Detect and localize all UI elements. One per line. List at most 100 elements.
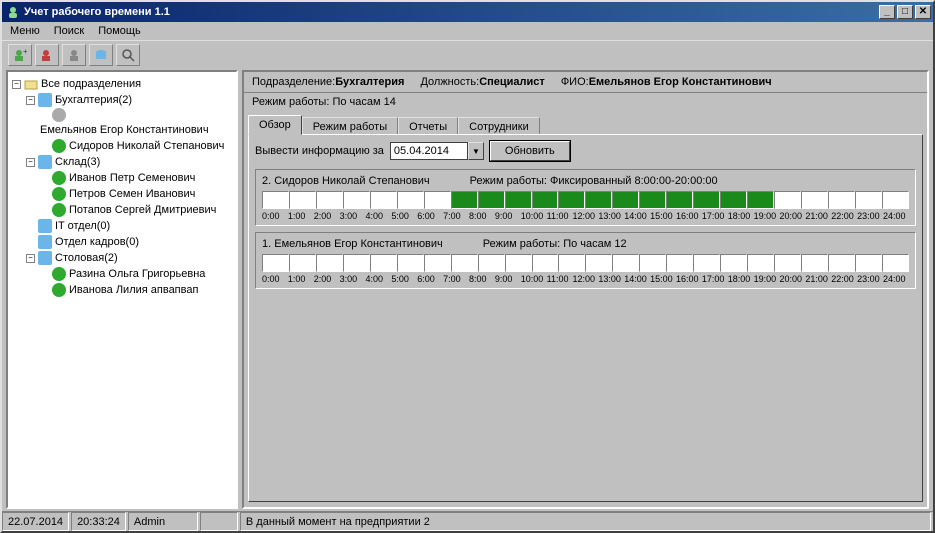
hour-label: 20:00: [780, 274, 806, 284]
person-icon: [52, 139, 66, 153]
tree-dept[interactable]: −Склад(3) Иванов Петр Семенович Петров С…: [26, 154, 234, 218]
toolbar-db-button[interactable]: [89, 44, 113, 66]
tab-overview[interactable]: Обзор: [248, 115, 302, 135]
hour-label: 0:00: [262, 274, 288, 284]
hour-label: 1:00: [288, 211, 314, 221]
tree-dept[interactable]: IT отдел(0): [26, 218, 234, 234]
hour-cell: [639, 254, 666, 272]
hour-cell: [855, 254, 882, 272]
tree-dept[interactable]: Отдел кадров(0): [26, 234, 234, 250]
hour-label: 3:00: [340, 274, 366, 284]
collapse-icon[interactable]: −: [26, 158, 35, 167]
hour-label: 18:00: [728, 274, 754, 284]
tree-employee[interactable]: Петров Семен Иванович: [40, 186, 234, 202]
status-gap: [200, 512, 238, 531]
statusbar: 22.07.2014 20:33:24 Admin В данный момен…: [2, 511, 933, 531]
hour-cell: [316, 254, 343, 272]
hour-cell: [666, 254, 693, 272]
hour-cell: [397, 254, 424, 272]
hour-label: 8:00: [469, 211, 495, 221]
menu-help[interactable]: Помощь: [98, 25, 141, 37]
close-button[interactable]: ✕: [915, 5, 931, 19]
date-input[interactable]: [390, 142, 468, 160]
hour-cell: [855, 191, 882, 209]
collapse-icon[interactable]: −: [26, 96, 35, 105]
time-labels: 0:001:002:003:004:005:006:007:008:009:00…: [262, 211, 909, 221]
tree-dept[interactable]: −Столовая(2) Разина Ольга Григорьевна Ив…: [26, 250, 234, 298]
hour-cell: [289, 191, 316, 209]
hour-cell: [478, 191, 505, 209]
hour-cell: [397, 191, 424, 209]
tree-dept[interactable]: −Бухгалтерия(2) Емельянов Егор Константи…: [26, 92, 234, 154]
menubar: Меню Поиск Помощь: [2, 22, 933, 40]
refresh-button[interactable]: Обновить: [490, 141, 570, 161]
hour-label: 23:00: [857, 274, 883, 284]
hour-label: 7:00: [443, 274, 469, 284]
hour-label: 13:00: [598, 211, 624, 221]
tree-employee[interactable]: Сидоров Николай Степанович: [40, 138, 234, 154]
collapse-icon[interactable]: −: [26, 254, 35, 263]
filter-row: Вывести информацию за ▼ Обновить: [255, 141, 916, 161]
person-icon: [52, 267, 66, 281]
app-icon: [6, 5, 20, 19]
employee-block: 1. Емельянов Егор Константинович Режим р…: [255, 232, 916, 289]
hour-cell: [289, 254, 316, 272]
tree-employee[interactable]: Иванов Петр Семенович: [40, 170, 234, 186]
hour-cell: [532, 191, 559, 209]
hour-cell: [478, 254, 505, 272]
hour-label: 16:00: [676, 274, 702, 284]
hour-label: 21:00: [805, 211, 831, 221]
hour-label: 14:00: [624, 274, 650, 284]
hour-label: 2:00: [314, 274, 340, 284]
hour-cell: [343, 254, 370, 272]
toolbar-search-button[interactable]: [116, 44, 140, 66]
hour-label: 12:00: [573, 211, 599, 221]
hour-label: 23:00: [857, 211, 883, 221]
tree-employee[interactable]: Разина Ольга Григорьевна: [40, 266, 234, 282]
titlebar[interactable]: Учет рабочего времени 1.1 _ □ ✕: [2, 2, 933, 22]
hour-label: 19:00: [754, 211, 780, 221]
hour-cell: [558, 254, 585, 272]
menu-search[interactable]: Поиск: [54, 25, 84, 37]
toolbar-view-user-button[interactable]: [62, 44, 86, 66]
hour-cell: [424, 191, 451, 209]
date-dropdown-button[interactable]: ▼: [468, 142, 484, 160]
minimize-button[interactable]: _: [879, 5, 895, 19]
tree-panel[interactable]: − Все подразделения −Бухгалтерия(2) Емел…: [6, 70, 238, 509]
hour-label: 4:00: [366, 274, 392, 284]
hour-cell: [532, 254, 559, 272]
hour-label: 13:00: [598, 274, 624, 284]
menu-main[interactable]: Меню: [10, 25, 40, 37]
hour-cell: [262, 191, 289, 209]
toolbar-add-user-button[interactable]: +: [8, 44, 32, 66]
hour-label: 17:00: [702, 211, 728, 221]
hour-label: 14:00: [624, 211, 650, 221]
time-labels: 0:001:002:003:004:005:006:007:008:009:00…: [262, 274, 909, 284]
employee-mode: Режим работы: Фиксированный 8:00:00-20:0…: [470, 175, 718, 187]
hour-label: 11:00: [547, 274, 573, 284]
hour-label: 16:00: [676, 211, 702, 221]
person-icon: [52, 171, 66, 185]
tree-employee[interactable]: Иванова Лилия апвапвап: [40, 282, 234, 298]
maximize-button[interactable]: □: [897, 5, 913, 19]
hour-cell: [882, 191, 909, 209]
hour-cell: [558, 191, 585, 209]
hour-cell: [666, 191, 693, 209]
hour-label: 18:00: [728, 211, 754, 221]
toolbar-remove-user-button[interactable]: [35, 44, 59, 66]
info-row-1: Подразделение:Бухгалтерия Должность:Спец…: [244, 72, 927, 93]
hour-label: 24:00: [883, 211, 909, 221]
hour-cell: [316, 191, 343, 209]
status-date: 22.07.2014: [2, 512, 69, 531]
hour-label: 3:00: [340, 211, 366, 221]
person-icon: [52, 108, 66, 122]
filter-label: Вывести информацию за: [255, 145, 384, 157]
tree-employee[interactable]: Емельянов Егор Константинович: [40, 108, 234, 138]
hour-cell: [343, 191, 370, 209]
main-panel: Подразделение:Бухгалтерия Должность:Спец…: [242, 70, 929, 509]
tree-employee[interactable]: Потапов Сергей Дмитриевич: [40, 202, 234, 218]
db-icon: [38, 93, 52, 107]
collapse-icon[interactable]: −: [12, 80, 21, 89]
tree-root[interactable]: − Все подразделения −Бухгалтерия(2) Емел…: [12, 76, 234, 298]
hour-cell: [612, 254, 639, 272]
